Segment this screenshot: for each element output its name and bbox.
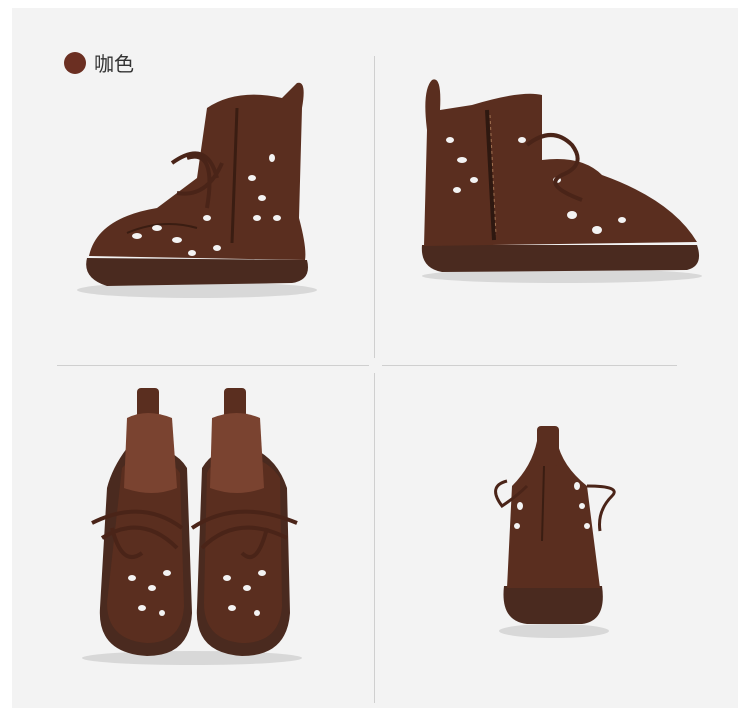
vertical-divider-bottom — [374, 373, 375, 703]
boot-side-left-icon — [77, 82, 317, 298]
boot-pair-top-icon — [82, 388, 302, 665]
horizontal-divider-right — [382, 365, 677, 366]
boot-back-icon — [494, 426, 616, 638]
product-image-panel: 咖色 — [12, 8, 738, 708]
horizontal-divider-left — [57, 365, 369, 366]
boot-side-right-icon — [421, 79, 702, 283]
vertical-divider-top — [374, 56, 375, 358]
